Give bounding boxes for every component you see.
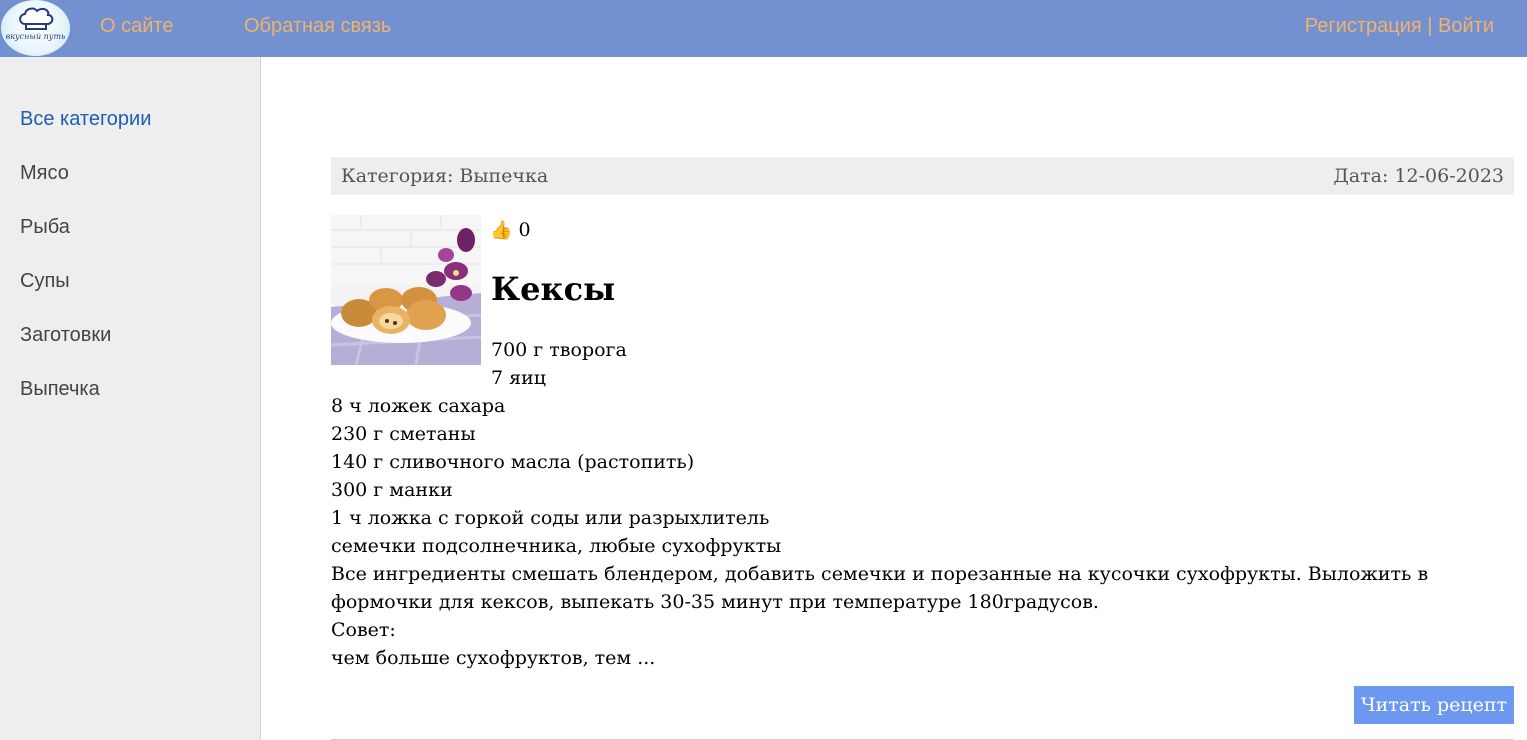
ingredient-line: 140 г сливочного масла (растопить)	[331, 451, 695, 473]
sidebar-item-baking[interactable]: Выпечка	[20, 378, 100, 401]
recipe-instructions: Все ингредиенты смешать блендером, добав…	[331, 563, 1429, 613]
likes-counter: 👍 0	[490, 219, 531, 241]
sidebar-item-meat[interactable]: Мясо	[20, 162, 69, 185]
thumbs-up-icon[interactable]: 👍	[490, 220, 512, 241]
post-category: Категория: Выпечка	[341, 165, 549, 187]
chef-hat-icon	[19, 7, 54, 30]
auth-links: Регистрация | Войти	[1305, 15, 1494, 38]
site-logo[interactable]: вкусный путь	[1, 0, 70, 56]
post-date: Дата: 12-06-2023	[1333, 165, 1504, 187]
register-link[interactable]: Регистрация	[1305, 15, 1422, 37]
ingredient-line: семечки подсолнечника, любые сухофрукты	[331, 535, 782, 557]
auth-separator: |	[1421, 15, 1439, 37]
ingredient-line: 700 г творога	[491, 339, 627, 361]
ingredient-line: 8 ч ложек сахара	[331, 395, 506, 417]
post-meta-bar: Категория: Выпечка Дата: 12-06-2023	[331, 157, 1514, 195]
sidebar-item-preserves[interactable]: Заготовки	[20, 324, 111, 347]
logo-text: вкусный путь	[5, 32, 66, 41]
sidebar-item-all-categories[interactable]: Все категории	[20, 108, 151, 131]
tip-label: Совет:	[331, 619, 396, 641]
nav-feedback-link[interactable]: Обратная связь	[244, 15, 391, 38]
category-sidebar: Все категории Мясо Рыба Супы Заготовки В…	[0, 57, 261, 740]
ingredient-line: 230 г сметаны	[331, 423, 476, 445]
recipe-preview-text: 700 г творога 7 яиц 8 ч ложек сахара 230…	[331, 336, 1514, 672]
read-recipe-button[interactable]: Читать рецепт	[1354, 686, 1514, 724]
tip-text: чем больше сухофруктов, тем ...	[331, 647, 656, 669]
sidebar-item-fish[interactable]: Рыба	[20, 216, 70, 239]
ingredient-line: 1 ч ложка с горкой соды или разрыхлитель	[331, 507, 770, 529]
sidebar-item-soups[interactable]: Супы	[20, 270, 70, 293]
top-navbar: вкусный путь О сайте Обратная связь Реги…	[0, 0, 1527, 57]
recipe-title[interactable]: Кексы	[491, 270, 615, 308]
login-link[interactable]: Войти	[1438, 15, 1494, 37]
nav-about-link[interactable]: О сайте	[100, 15, 173, 38]
likes-count: 0	[518, 219, 531, 241]
ingredient-line: 7 яиц	[491, 367, 546, 389]
ingredient-line: 300 г манки	[331, 479, 453, 501]
